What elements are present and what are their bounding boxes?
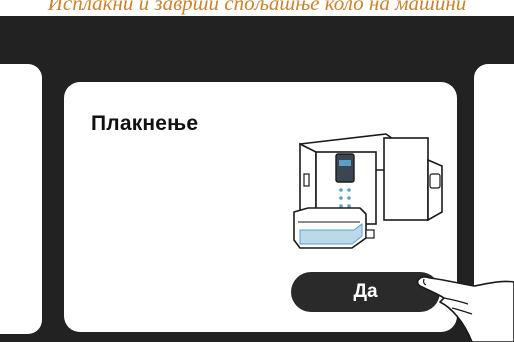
dialog-title: Плакнење: [91, 112, 199, 135]
instruction-caption: Исплакни и заврши спољашње коло на машин…: [47, 0, 467, 15]
previous-card[interactable]: [0, 64, 42, 334]
rinse-dialog: Плакнење Да: [64, 82, 457, 332]
hand-pointer-icon: [416, 276, 514, 342]
coffee-machine-rinse-illustration: [293, 133, 443, 249]
